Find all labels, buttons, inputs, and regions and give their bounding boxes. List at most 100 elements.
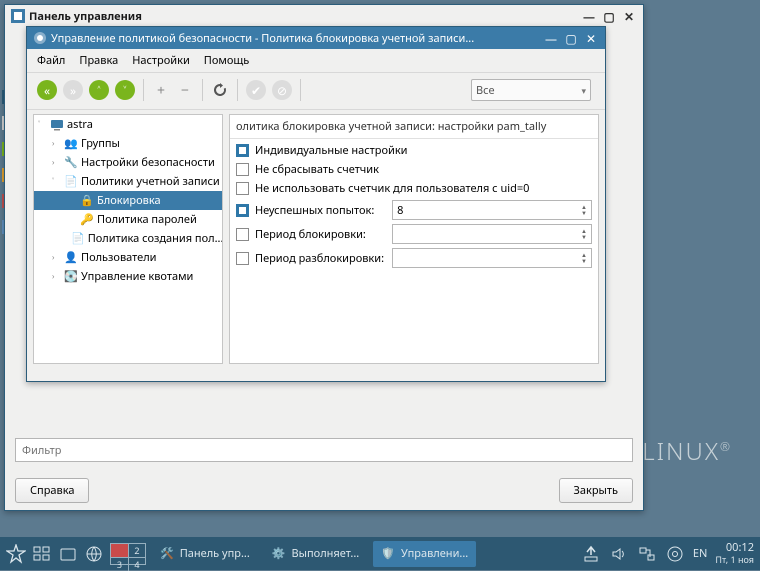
tree-item-account-policies[interactable]: ˅ 📄 Политики учетной записи [34, 172, 222, 191]
close-button[interactable]: Закрыть [559, 478, 633, 503]
tree-root[interactable]: ˅ astra [34, 115, 222, 134]
close-icon[interactable]: ✕ [585, 32, 597, 44]
spin-down-icon[interactable]: ▼ [581, 210, 587, 216]
nav-up-icon[interactable]: ˄ [89, 80, 109, 100]
close-icon[interactable]: ✕ [623, 10, 635, 22]
volume-icon[interactable] [609, 544, 629, 564]
window-title: Управление политикой безопасности - Поли… [51, 31, 541, 46]
filter-input[interactable] [15, 438, 633, 462]
collapse-icon[interactable]: ˅ [52, 176, 61, 187]
maximize-icon[interactable]: ▢ [603, 10, 615, 22]
workspace-3[interactable]: 3 [111, 557, 128, 571]
minimize-icon[interactable]: — [583, 10, 595, 22]
chevron-down-icon: ▾ [581, 84, 586, 97]
clock-time: 00:12 [715, 542, 754, 554]
taskbar: 2 3 4 🛠️ Панель упр... ⚙️ Выполняет... 🛡… [0, 537, 760, 570]
keyboard-layout[interactable]: EN [693, 546, 707, 561]
spinner-value: 8 [397, 203, 403, 218]
expand-icon[interactable]: › [52, 138, 61, 149]
tree-label: Группы [81, 136, 120, 151]
taskbar-task[interactable]: 🛠️ Панель упр... [152, 541, 258, 567]
tasks-icon[interactable] [32, 544, 52, 564]
tree-item-users[interactable]: › 👤 Пользователи [34, 248, 222, 267]
app-icon [33, 31, 47, 45]
network-icon[interactable] [637, 544, 657, 564]
expand-icon[interactable]: › [52, 252, 61, 263]
checkbox-label: Индивидуальные настройки [255, 143, 408, 158]
files-icon[interactable] [58, 544, 78, 564]
refresh-icon[interactable] [211, 81, 229, 99]
no-reset-checkbox[interactable] [236, 163, 249, 176]
system-tray: EN 00:12 Пт, 1 ноя [581, 542, 754, 566]
tree-item-creation-policy[interactable]: 📄 Политика создания пол... [34, 229, 222, 248]
unlock-period-spinner[interactable]: ▲▼ [392, 248, 592, 268]
taskbar-task-active[interactable]: 🛡️ Управлени... [373, 541, 476, 567]
unlock-period-checkbox[interactable] [236, 252, 249, 265]
tree-view[interactable]: ˅ astra › 👥 Группы › 🔧 Настройки безопас… [33, 114, 223, 364]
expand-icon[interactable]: › [52, 271, 61, 282]
minimize-icon[interactable]: — [545, 32, 557, 44]
checkbox-label: Не использовать счетчик для пользователя… [255, 181, 529, 196]
taskbar-task[interactable]: ⚙️ Выполняет... [264, 541, 367, 567]
tree-item-quota[interactable]: › 💽 Управление квотами [34, 267, 222, 286]
tree-label: Настройки безопасности [81, 155, 215, 170]
window-titlebar[interactable]: Панель управления — ▢ ✕ [5, 5, 643, 27]
tree-item-security-settings[interactable]: › 🔧 Настройки безопасности [34, 153, 222, 172]
nav-down-icon[interactable]: ˅ [115, 80, 135, 100]
tree-label: Пользователи [81, 250, 157, 265]
clock[interactable]: 00:12 Пт, 1 ноя [715, 542, 754, 566]
nav-forward-icon[interactable]: » [63, 80, 83, 100]
deny-icon[interactable]: ⊘ [272, 80, 292, 100]
policy-icon: 📄 [64, 175, 78, 189]
fail-attempts-spinner[interactable]: 8 ▲▼ [392, 200, 592, 220]
menu-settings[interactable]: Настройки [132, 53, 190, 68]
accept-icon[interactable]: ✔ [246, 80, 266, 100]
menu-edit[interactable]: Правка [79, 53, 118, 68]
browser-icon[interactable] [84, 544, 104, 564]
remove-icon[interactable]: − [176, 80, 194, 100]
disk-icon: 💽 [64, 270, 78, 284]
nav-back-icon[interactable]: « [37, 80, 57, 100]
toolbar: « » ˄ ˅ + − ✔ ⊘ Все ▾ [27, 73, 605, 110]
maximize-icon[interactable]: ▢ [565, 32, 577, 44]
lock-icon: 🔒 [80, 194, 94, 208]
expand-icon[interactable]: › [52, 157, 61, 168]
tree-label: Политика создания пол... [88, 231, 223, 246]
app-icon: 🛡️ [381, 546, 395, 561]
field-label: Неуспешных попыток: [255, 203, 374, 218]
users-icon: 👥 [64, 137, 78, 151]
help-button[interactable]: Справка [15, 478, 89, 503]
task-label: Управлени... [401, 546, 468, 561]
menu-help[interactable]: Помощь [204, 53, 249, 68]
updates-icon[interactable] [581, 544, 601, 564]
tree-label: Управление квотами [81, 269, 193, 284]
start-menu-icon[interactable] [6, 544, 26, 564]
tree-item-lockout[interactable]: 🔒 Блокировка [34, 191, 222, 210]
lock-period-checkbox[interactable] [236, 228, 249, 241]
window-title: Панель управления [29, 9, 579, 24]
tree-label: Политики учетной записи [81, 174, 220, 189]
tree-item-groups[interactable]: › 👥 Группы [34, 134, 222, 153]
filter-dropdown[interactable]: Все ▾ [471, 79, 591, 101]
settings-panel: олитика блокировка учетной записи: настр… [229, 114, 599, 364]
workspace-2[interactable]: 2 [128, 544, 145, 557]
lock-period-spinner[interactable]: ▲▼ [392, 224, 592, 244]
brand-text: LINUX [642, 435, 720, 468]
collapse-icon[interactable]: ˅ [38, 119, 47, 130]
tree-item-password-policy[interactable]: 🔑 Политика паролей [34, 210, 222, 229]
individual-settings-checkbox[interactable] [236, 144, 249, 157]
window-titlebar[interactable]: Управление политикой безопасности - Поли… [27, 27, 605, 49]
workspace-pager[interactable]: 2 3 4 [110, 543, 146, 565]
add-icon[interactable]: + [152, 80, 170, 100]
spin-down-icon[interactable]: ▼ [581, 258, 587, 264]
usb-icon[interactable] [665, 544, 685, 564]
user-icon: 👤 [64, 251, 78, 265]
spin-down-icon[interactable]: ▼ [581, 234, 587, 240]
workspace-4[interactable]: 4 [128, 557, 145, 571]
menu-file[interactable]: Файл [37, 53, 65, 68]
clock-date: Пт, 1 ноя [715, 554, 754, 566]
workspace-1[interactable] [111, 544, 128, 557]
fail-attempts-checkbox[interactable] [236, 204, 249, 217]
task-label: Панель упр... [180, 546, 250, 561]
uid0-checkbox[interactable] [236, 182, 249, 195]
